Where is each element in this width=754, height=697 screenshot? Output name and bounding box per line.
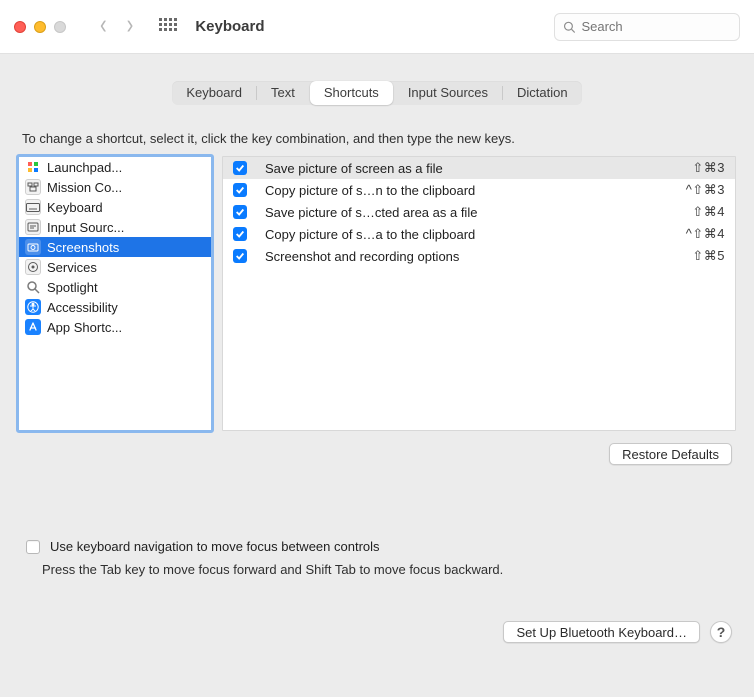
shortcut-label: Copy picture of s…a to the clipboard — [255, 227, 686, 242]
category-spotlight[interactable]: Spotlight — [19, 277, 211, 297]
category-launchpad[interactable]: Launchpad... — [19, 157, 211, 177]
category-keyboard[interactable]: Keyboard — [19, 197, 211, 217]
help-button[interactable]: ? — [710, 621, 732, 643]
category-accessibility[interactable]: Accessibility — [19, 297, 211, 317]
category-screenshots[interactable]: Screenshots — [19, 237, 211, 257]
shortcut-keys: ⇧⌘5 — [692, 248, 727, 264]
show-all-prefs-button[interactable] — [159, 18, 177, 36]
shortcut-keys: ^⇧⌘3 — [686, 182, 727, 198]
tab-text[interactable]: Text — [257, 81, 309, 105]
page-title: Keyboard — [195, 18, 264, 35]
shortcut-checkbox[interactable] — [233, 161, 255, 175]
shortcut-label: Save picture of s…cted area as a file — [255, 205, 692, 220]
minimize-window-button[interactable] — [34, 21, 46, 33]
services-icon — [25, 259, 41, 275]
grid-icon — [159, 18, 177, 36]
shortcut-checkbox[interactable] — [233, 227, 255, 241]
forward-button[interactable]: › — [127, 11, 134, 39]
shortcut-row[interactable]: Save picture of s…cted area as a file⇧⌘4 — [223, 201, 735, 223]
spotlight-icon — [25, 279, 41, 295]
close-window-button[interactable] — [14, 21, 26, 33]
category-label: Mission Co... — [47, 180, 122, 195]
shortcut-list[interactable]: Save picture of screen as a file⇧⌘3Copy … — [222, 156, 736, 431]
category-label: Keyboard — [47, 200, 103, 215]
category-list[interactable]: Launchpad... Mission Co... Keyboard Input S… — [18, 156, 212, 431]
launchpad-icon — [25, 159, 41, 175]
content-pane: KeyboardTextShortcutsInput SourcesDictat… — [0, 54, 754, 697]
category-label: App Shortc... — [47, 320, 122, 335]
keyboard-nav-checkbox[interactable] — [26, 540, 40, 554]
keyboard-nav-label: Use keyboard navigation to move focus be… — [50, 539, 380, 554]
category-input[interactable]: Input Sourc... — [19, 217, 211, 237]
category-label: Screenshots — [47, 240, 119, 255]
shortcut-keys: ⇧⌘3 — [692, 160, 727, 176]
shortcut-keys: ^⇧⌘4 — [686, 226, 727, 242]
tab-keyboard[interactable]: Keyboard — [172, 81, 256, 105]
search-icon — [563, 20, 575, 34]
keyboard-nav-section: Use keyboard navigation to move focus be… — [18, 539, 736, 577]
tab-shortcuts[interactable]: Shortcuts — [310, 81, 393, 105]
accessibility-icon — [25, 299, 41, 315]
zoom-window-button[interactable] — [54, 21, 66, 33]
shortcut-row[interactable]: Copy picture of s…n to the clipboard^⇧⌘3 — [223, 179, 735, 201]
shortcut-checkbox[interactable] — [233, 249, 255, 263]
back-button[interactable]: ‹ — [100, 11, 107, 39]
bluetooth-keyboard-button[interactable]: Set Up Bluetooth Keyboard… — [503, 621, 700, 643]
category-label: Accessibility — [47, 300, 118, 315]
shortcut-checkbox[interactable] — [233, 205, 255, 219]
shortcut-label: Save picture of screen as a file — [255, 161, 692, 176]
category-label: Services — [47, 260, 97, 275]
tab-bar: KeyboardTextShortcutsInput SourcesDictat… — [18, 55, 736, 105]
shortcut-checkbox[interactable] — [233, 183, 255, 197]
category-appstore[interactable]: App Shortc... — [19, 317, 211, 337]
shortcut-row[interactable]: Save picture of screen as a file⇧⌘3 — [223, 157, 735, 179]
search-field[interactable] — [554, 13, 740, 41]
category-mission[interactable]: Mission Co... — [19, 177, 211, 197]
screenshots-icon — [25, 239, 41, 255]
keyboard-nav-sublabel: Press the Tab key to move focus forward … — [42, 562, 736, 577]
restore-defaults-button[interactable]: Restore Defaults — [609, 443, 732, 465]
search-input[interactable] — [581, 19, 731, 34]
input-icon — [25, 219, 41, 235]
shortcut-keys: ⇧⌘4 — [692, 204, 727, 220]
mission-icon — [25, 179, 41, 195]
appstore-icon — [25, 319, 41, 335]
tab-dictation[interactable]: Dictation — [503, 81, 582, 105]
tab-input-sources[interactable]: Input Sources — [394, 81, 502, 105]
shortcut-row[interactable]: Copy picture of s…a to the clipboard^⇧⌘4 — [223, 223, 735, 245]
category-label: Input Sourc... — [47, 220, 124, 235]
category-label: Launchpad... — [47, 160, 122, 175]
category-services[interactable]: Services — [19, 257, 211, 277]
category-label: Spotlight — [47, 280, 98, 295]
shortcut-label: Screenshot and recording options — [255, 249, 692, 264]
hint-text: To change a shortcut, select it, click t… — [22, 131, 736, 146]
shortcut-label: Copy picture of s…n to the clipboard — [255, 183, 686, 198]
keyboard-icon — [25, 199, 41, 215]
nav-arrows: ‹ › — [92, 15, 141, 39]
titlebar: ‹ › Keyboard — [0, 0, 754, 54]
shortcut-row[interactable]: Screenshot and recording options⇧⌘5 — [223, 245, 735, 267]
window-controls — [14, 21, 66, 33]
